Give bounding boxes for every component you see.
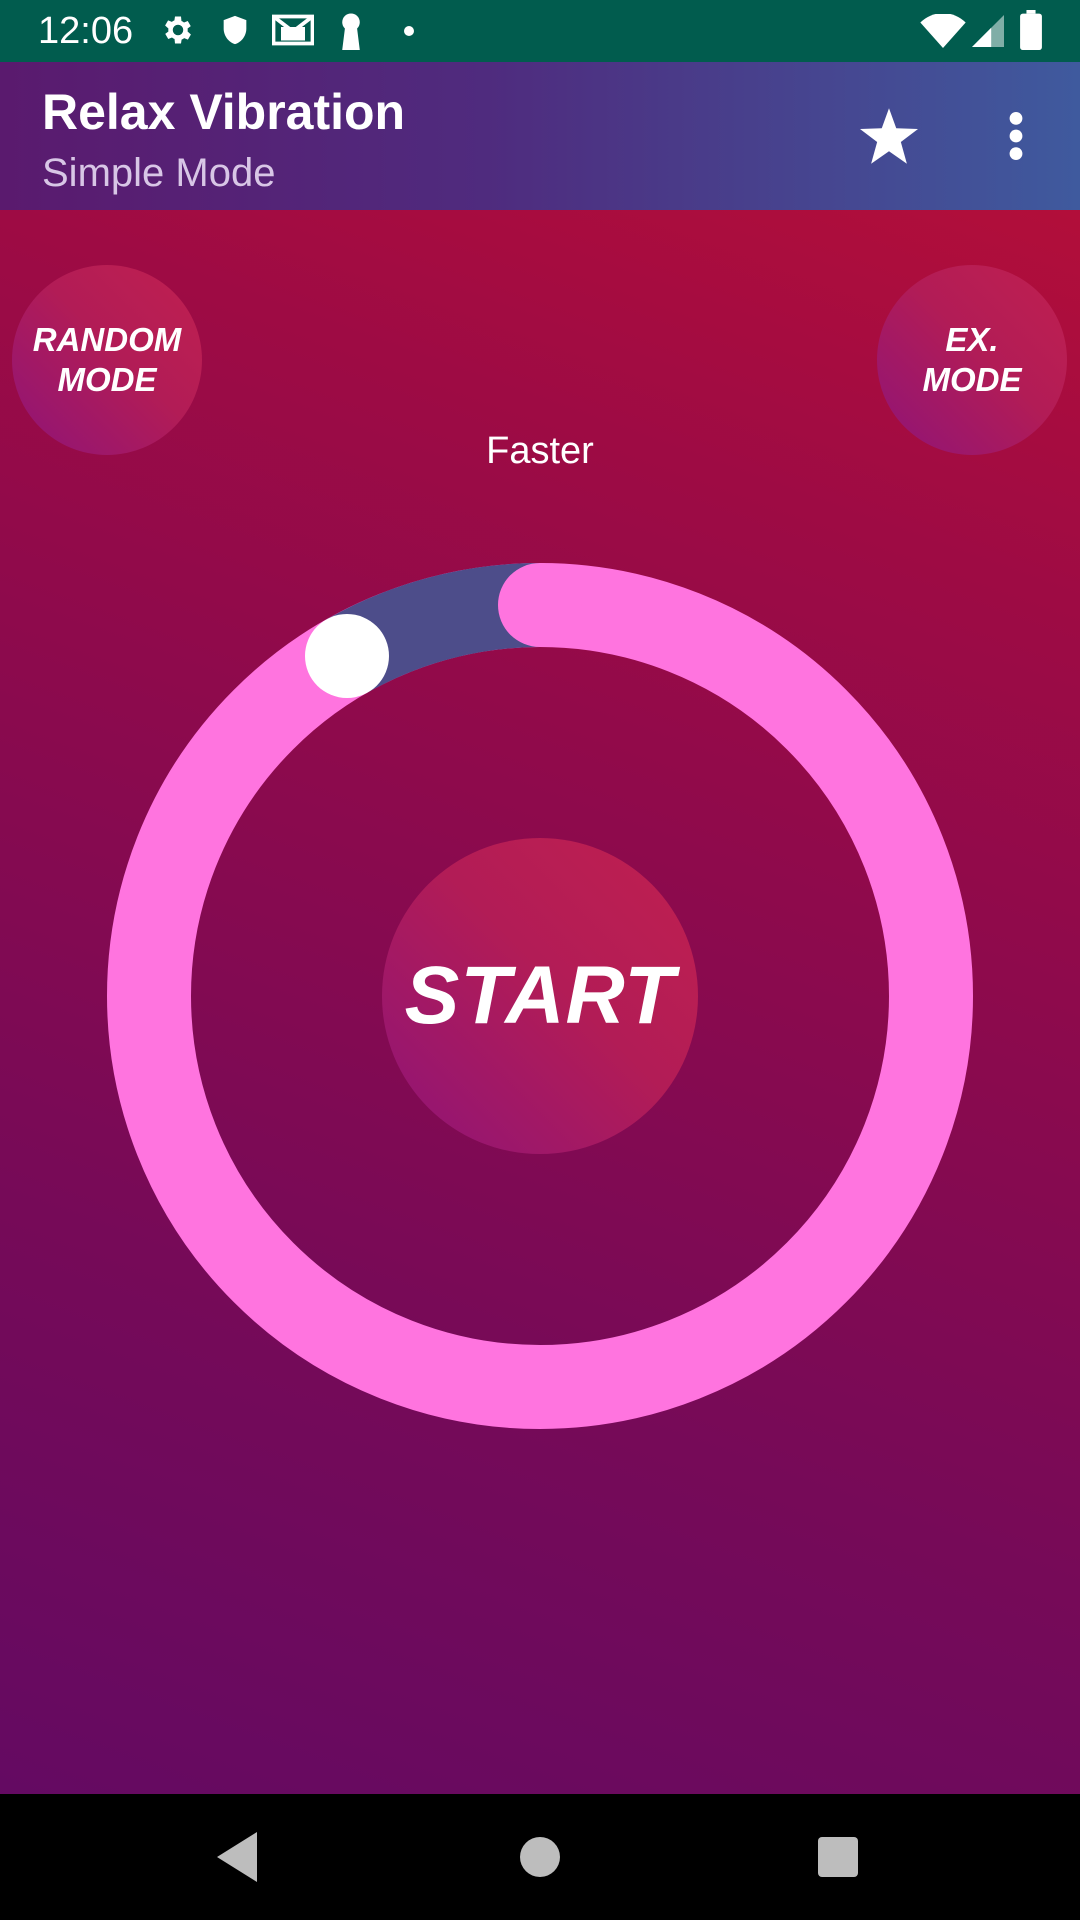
status-bar: 12:06 — [0, 0, 1080, 62]
recents-button[interactable] — [803, 1822, 873, 1892]
screen: 12:06 Relax Vibration Simple Mode RANDOM… — [0, 0, 1080, 1920]
app-bar: Relax Vibration Simple Mode — [0, 62, 1080, 210]
dial-knob[interactable] — [305, 614, 389, 698]
favorite-button[interactable] — [853, 100, 925, 172]
star-icon — [860, 108, 918, 164]
back-icon — [217, 1832, 257, 1882]
cell-signal-icon — [972, 14, 1004, 53]
battery-icon — [1020, 10, 1042, 55]
dial-track-cap — [498, 563, 582, 647]
overflow-menu-button[interactable] — [980, 100, 1052, 172]
shield-icon — [218, 12, 252, 53]
navigation-bar — [0, 1794, 1080, 1920]
home-icon — [520, 1837, 560, 1877]
back-button[interactable] — [204, 1822, 274, 1892]
home-button[interactable] — [505, 1822, 575, 1892]
gmail-icon — [271, 12, 315, 53]
app-title: Relax Vibration — [42, 84, 406, 140]
more-vert-icon — [1009, 112, 1023, 160]
app-subtitle: Simple Mode — [42, 151, 276, 195]
recents-icon — [818, 1837, 858, 1877]
dot-icon — [402, 24, 416, 43]
status-time: 12:06 — [38, 10, 134, 52]
wifi-icon — [920, 13, 966, 53]
start-button[interactable]: START — [382, 838, 698, 1154]
main-content: RANDOM MODE EX. MODE Faster START — [0, 210, 1080, 1794]
keyhole-icon — [336, 12, 366, 55]
settings-icon — [160, 12, 196, 53]
